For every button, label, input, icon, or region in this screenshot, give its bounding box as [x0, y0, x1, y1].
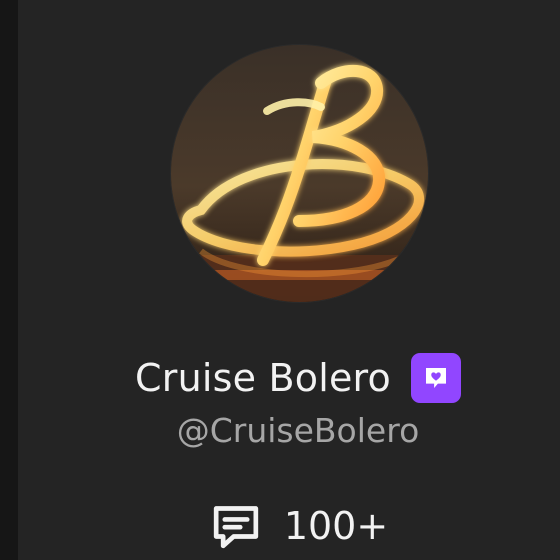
- neon-b-logo-avatar: [171, 45, 428, 302]
- comment-count: 100+: [283, 504, 389, 548]
- profile-name-row: Cruise Bolero: [18, 350, 560, 406]
- comments-stat[interactable]: 100+: [18, 498, 560, 554]
- purple-chat-badge-icon: [410, 353, 461, 403]
- avatar[interactable]: [171, 45, 428, 302]
- heart-chat-icon: [425, 368, 446, 388]
- handle: @CruiseBolero: [176, 411, 420, 450]
- display-name: Cruise Bolero: [135, 356, 391, 400]
- comment-icon: [213, 506, 258, 549]
- profile-card: Cruise Bolero @CruiseBolero 100+: [0, 0, 560, 560]
